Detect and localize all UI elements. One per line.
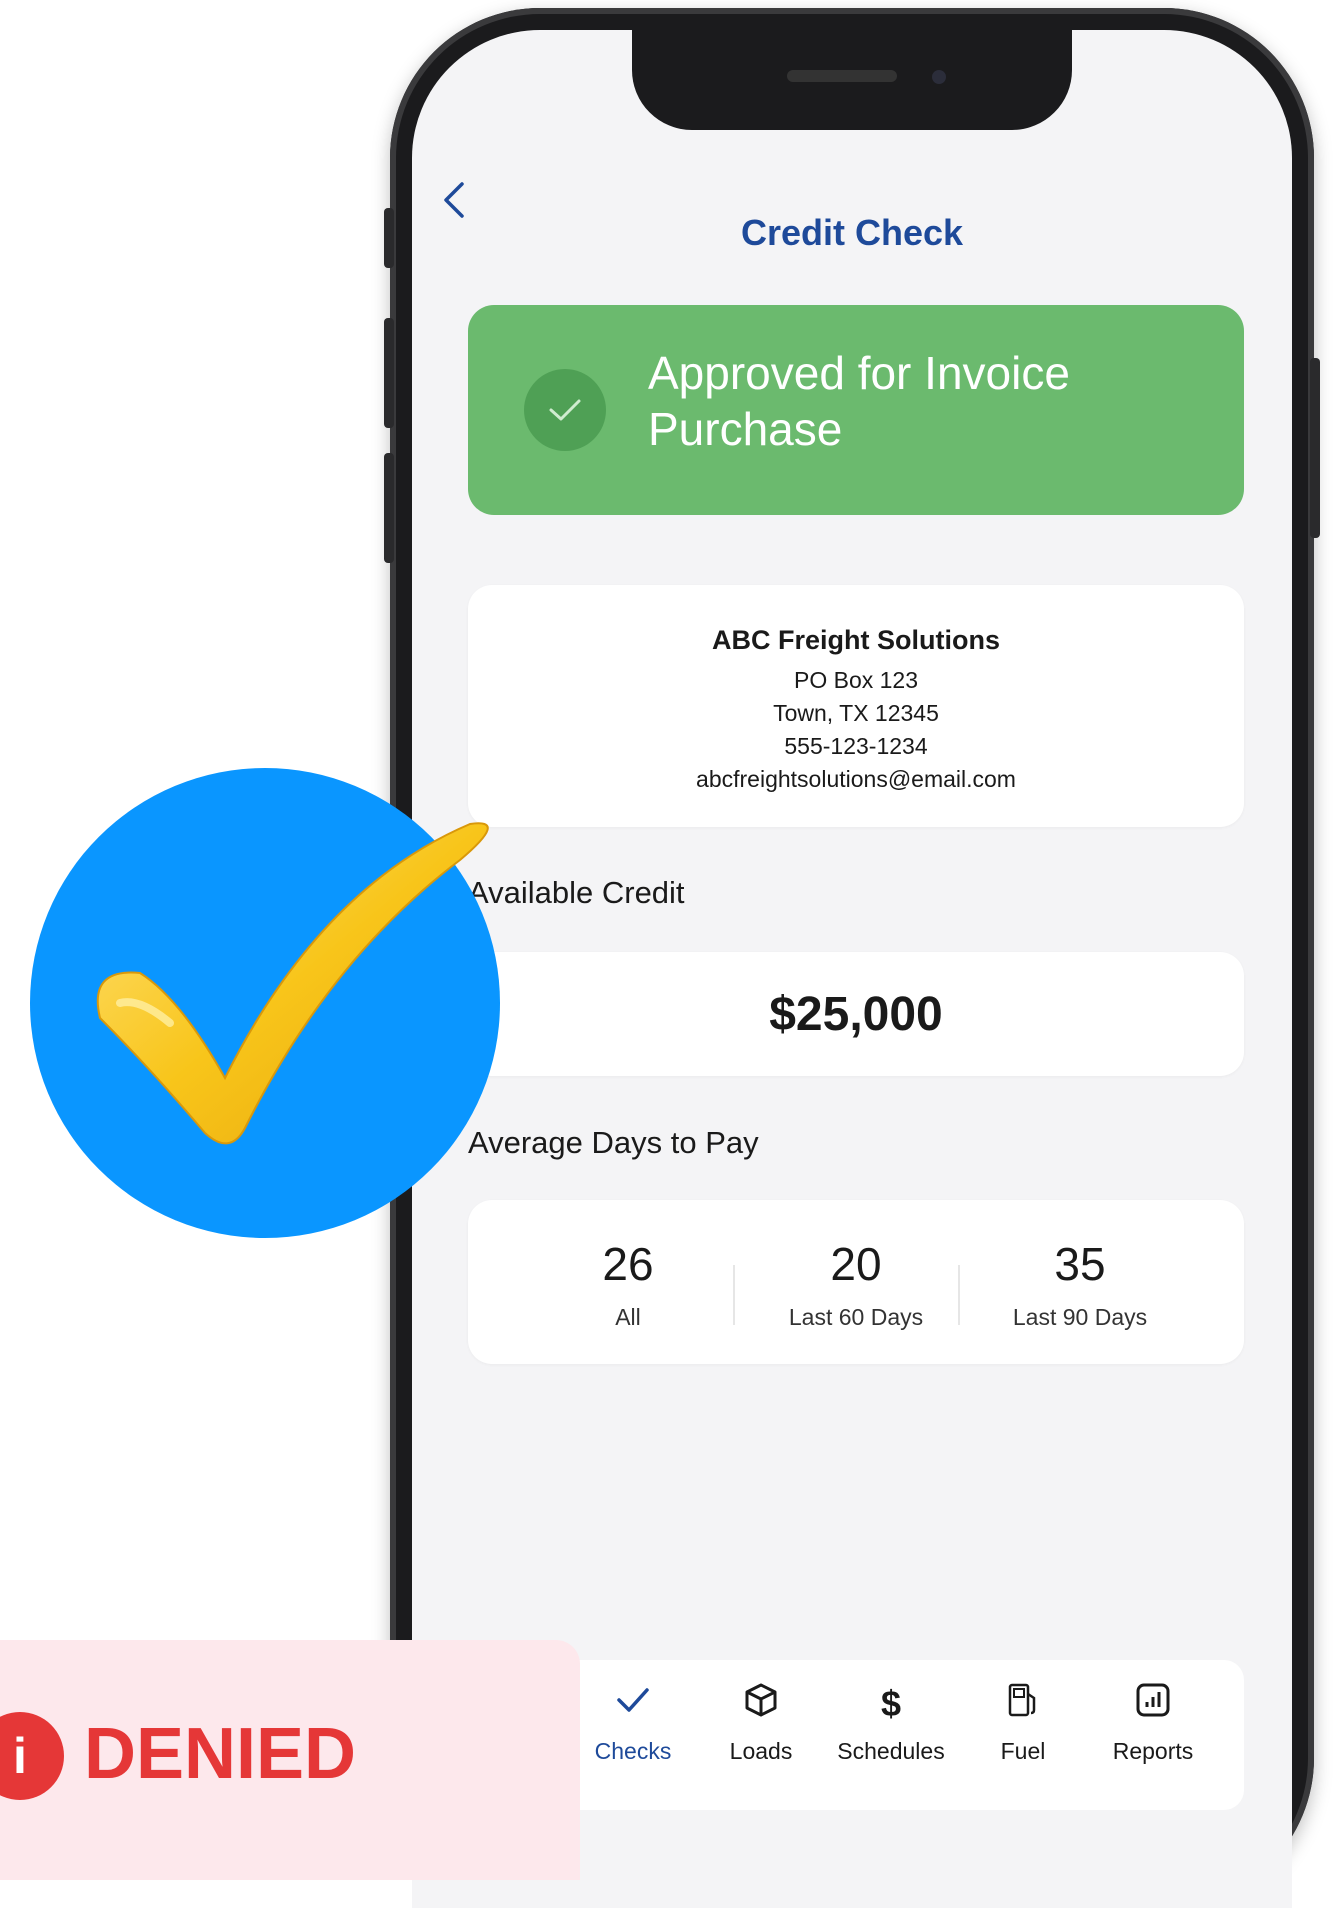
approval-message: Approved for Invoice Purchase	[648, 347, 1070, 455]
phone-frame: Credit Check Approved for Invoice Purcha…	[384, 8, 1320, 1908]
approval-banner: Approved for Invoice Purchase	[468, 305, 1244, 515]
available-credit-value: $25,000	[769, 987, 943, 1041]
nav-label: Reports	[1112, 1738, 1194, 1764]
volume-down-button	[384, 453, 394, 563]
page-title: Credit Check	[740, 212, 964, 253]
days-to-pay-card: 26 All 20 Last 60 Days 35 Last 90 Days	[468, 1200, 1244, 1364]
denied-banner: i DENIED	[0, 1640, 580, 1880]
check-circle-icon	[524, 369, 606, 451]
stat-last-60: 20 Last 60 Days	[736, 1238, 976, 1331]
nav-checks[interactable]: Checks	[568, 1682, 698, 1765]
nav-label: Fuel	[1000, 1738, 1046, 1764]
company-address-line2: Town, TX 12345	[773, 700, 939, 726]
nav-label: Checks	[594, 1738, 672, 1764]
stat-value: 26	[602, 1238, 654, 1290]
nav-fuel[interactable]: Fuel	[958, 1682, 1088, 1765]
company-phone: 555-123-1234	[784, 733, 928, 759]
box-icon	[696, 1682, 826, 1726]
nav-label: Schedules	[837, 1738, 945, 1764]
fuel-pump-icon	[958, 1682, 1088, 1726]
bottom-nav: Checks Loads $ Schedules Fuel Reports	[468, 1660, 1244, 1810]
available-credit-label: Available Credit	[468, 875, 685, 910]
stat-label: All	[615, 1304, 641, 1330]
stat-divider	[733, 1265, 735, 1325]
volume-up-button	[384, 318, 394, 428]
notch	[632, 30, 1072, 130]
stat-value: 20	[830, 1238, 882, 1290]
bar-chart-icon	[1088, 1682, 1218, 1726]
company-name: ABC Freight Solutions	[712, 625, 1000, 655]
nav-label: Loads	[729, 1738, 793, 1764]
nav-schedules[interactable]: $ Schedules	[826, 1682, 956, 1765]
denied-text: DENIED	[84, 1714, 357, 1794]
check-icon	[568, 1682, 698, 1726]
stat-label: Last 60 Days	[788, 1304, 924, 1330]
stat-last-90: 35 Last 90 Days	[960, 1238, 1200, 1331]
nav-loads[interactable]: Loads	[696, 1682, 826, 1765]
app-screen: Credit Check Approved for Invoice Purcha…	[412, 30, 1292, 1908]
company-card: ABC Freight Solutions PO Box 123 Town, T…	[468, 585, 1244, 827]
stat-label: Last 90 Days	[1012, 1304, 1148, 1330]
power-button	[1310, 358, 1320, 538]
speaker	[787, 70, 897, 82]
available-credit-card: $25,000	[468, 952, 1244, 1076]
info-icon: i	[0, 1712, 64, 1800]
dollar-icon: $	[880, 1683, 902, 1724]
nav-reports[interactable]: Reports	[1088, 1682, 1218, 1765]
camera	[932, 70, 946, 84]
stat-value: 35	[1054, 1238, 1106, 1290]
company-email: abcfreightsolutions@email.com	[696, 766, 1016, 792]
mute-switch	[384, 208, 394, 268]
company-address-line1: PO Box 123	[793, 667, 919, 693]
checkmark-badge-icon	[30, 768, 500, 1238]
days-to-pay-label: Average Days to Pay	[468, 1125, 759, 1160]
stat-all: 26 All	[508, 1238, 748, 1331]
